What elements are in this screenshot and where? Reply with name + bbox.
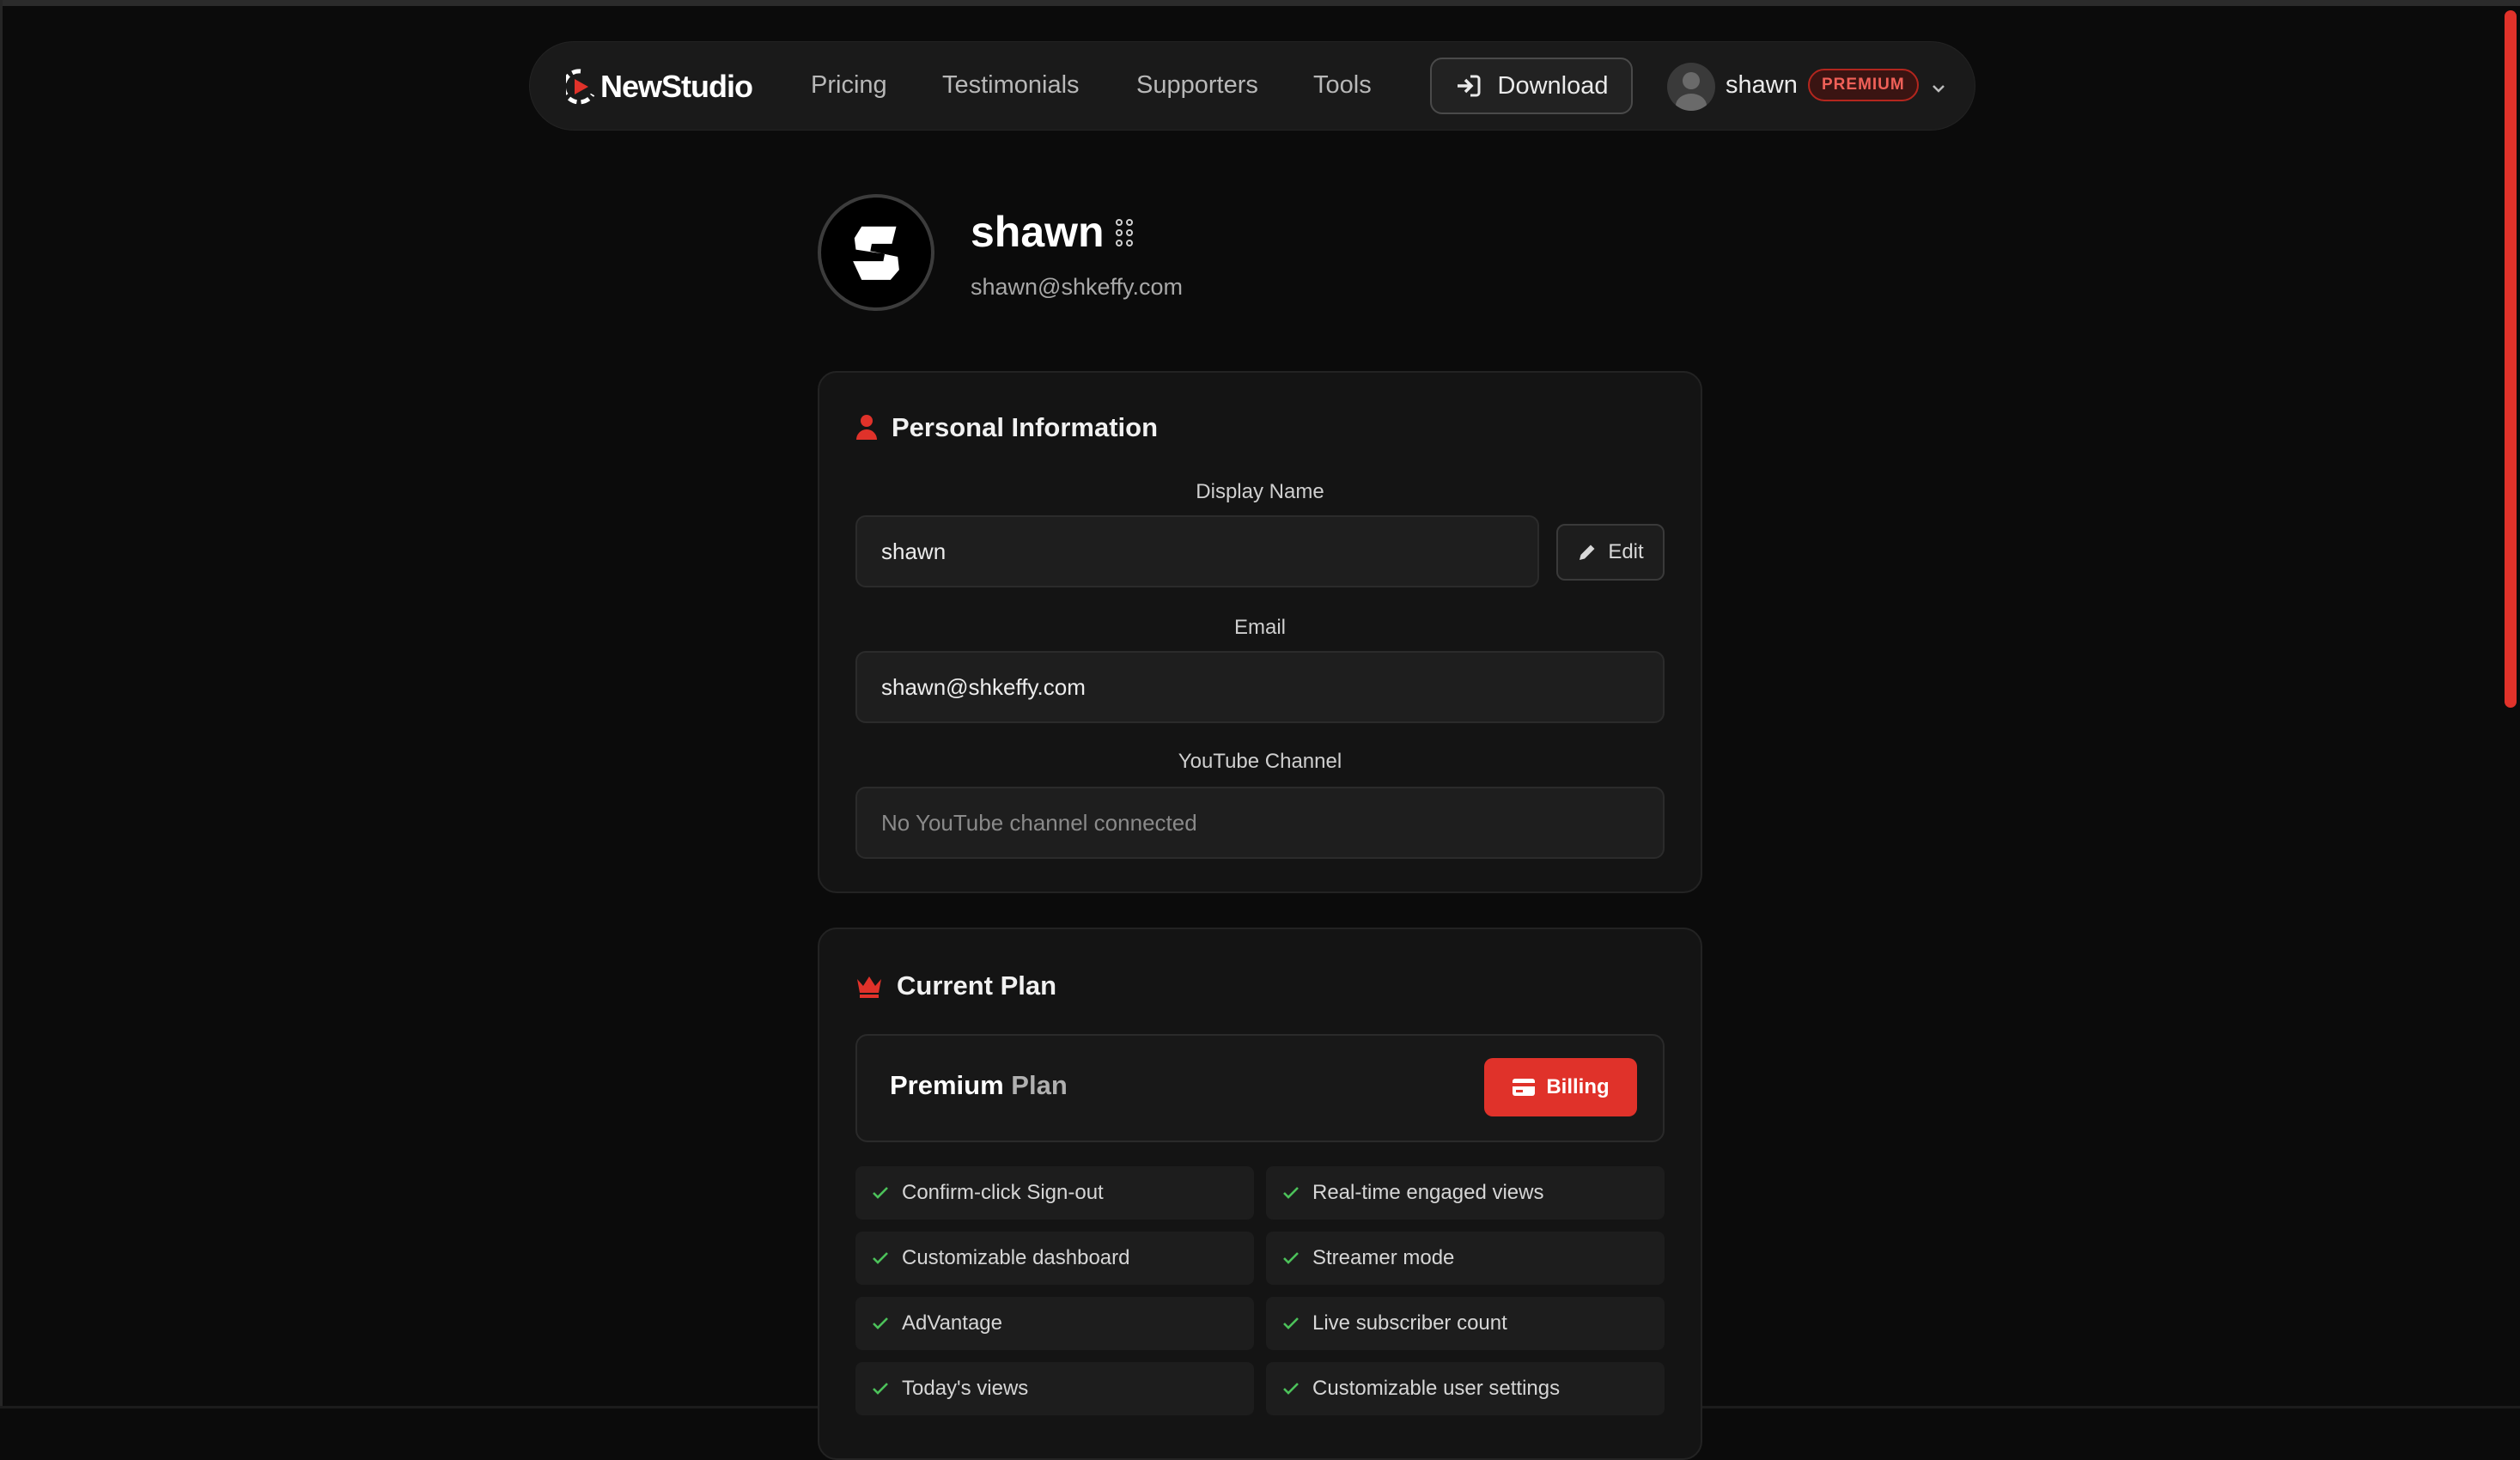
plan-name: Premium Plan: [890, 1068, 1068, 1103]
feature-label: Real-time engaged views: [1312, 1181, 1544, 1204]
checkmark-icon: [1283, 1383, 1299, 1395]
checkmark-icon: [873, 1252, 888, 1264]
feature-label: Streamer mode: [1312, 1246, 1455, 1269]
youtube-channel-field[interactable]: No YouTube channel connected: [855, 787, 1665, 859]
profile-avatar: [818, 194, 934, 311]
feature-item: Confirm-click Sign-out: [855, 1166, 1254, 1220]
billing-label: Billing: [1546, 1075, 1610, 1098]
plan-tier: Premium: [890, 1070, 1004, 1100]
pencil-icon: [1580, 544, 1595, 560]
current-plan-title: Current Plan: [897, 970, 1057, 1001]
checkmark-icon: [1283, 1252, 1299, 1264]
credit-card-icon: [1513, 1079, 1536, 1096]
sign-in-icon: [1457, 75, 1480, 97]
personal-information-card: Personal Information Display Name shawn …: [818, 371, 1702, 893]
download-button[interactable]: Download: [1430, 58, 1633, 114]
email-label: Email: [1233, 616, 1286, 639]
download-label: Download: [1497, 71, 1609, 100]
checkmark-icon: [873, 1317, 888, 1329]
email-field[interactable]: shawn@shkeffy.com: [855, 651, 1665, 723]
edit-label: Edit: [1608, 540, 1644, 563]
feature-item: Real-time engaged views: [1266, 1166, 1665, 1220]
profile-name: shawn: [971, 208, 1105, 256]
feature-item: Today's views: [855, 1362, 1254, 1415]
feature-label: Customizable user settings: [1312, 1377, 1561, 1400]
profile-email: shawn@shkeffy.com: [971, 274, 1184, 300]
billing-button[interactable]: Billing: [1484, 1058, 1637, 1116]
user-icon: [856, 415, 877, 440]
top-navbar: NewStudio Pricing Testimonials Supporter…: [529, 41, 1975, 131]
plan-suffix: Plan: [1011, 1070, 1068, 1100]
s-logo-icon: [853, 226, 899, 280]
current-plan-card: Current Plan Premium Plan Billing Confir…: [818, 928, 1702, 1460]
chevron-down-icon[interactable]: [1930, 80, 1947, 97]
nav-link-pricing[interactable]: Pricing: [811, 68, 887, 102]
premium-badge: PREMIUM: [1808, 69, 1919, 101]
newstudio-logo-icon: [566, 69, 595, 105]
feature-label: Live subscriber count: [1312, 1311, 1507, 1335]
youtube-channel-label: YouTube Channel: [1178, 750, 1342, 773]
feature-item: Streamer mode: [1266, 1232, 1665, 1285]
feature-label: Today's views: [902, 1377, 1029, 1400]
checkmark-icon: [873, 1383, 888, 1395]
feature-item: Customizable user settings: [1266, 1362, 1665, 1415]
display-name-field[interactable]: shawn: [855, 515, 1539, 587]
brand-logo[interactable]: NewStudio: [566, 66, 753, 107]
feature-label: Customizable dashboard: [902, 1246, 1130, 1269]
feature-item: Live subscriber count: [1266, 1297, 1665, 1350]
feature-item: AdVantage: [855, 1297, 1254, 1350]
edit-button[interactable]: Edit: [1556, 524, 1665, 581]
nav-link-tools[interactable]: Tools: [1313, 68, 1372, 102]
nav-username[interactable]: shawn: [1726, 68, 1798, 102]
nav-link-supporters[interactable]: Supporters: [1136, 68, 1258, 102]
drag-handle-icon[interactable]: [1115, 218, 1134, 247]
nav-link-testimonials[interactable]: Testimonials: [942, 68, 1080, 102]
personal-information-title: Personal Information: [892, 412, 1159, 442]
feature-label: Confirm-click Sign-out: [902, 1181, 1104, 1204]
brand-name: NewStudio: [600, 69, 753, 104]
window-top-border: [0, 0, 2520, 6]
feature-label: AdVantage: [902, 1311, 1002, 1335]
plan-summary: Premium Plan Billing: [855, 1034, 1665, 1142]
user-silhouette-icon: [1676, 72, 1707, 111]
scrollbar-thumb[interactable]: [2505, 10, 2517, 708]
crown-icon: [857, 976, 881, 998]
display-name-label: Display Name: [1196, 480, 1324, 503]
user-avatar[interactable]: [1667, 63, 1715, 111]
checkmark-icon: [873, 1187, 888, 1199]
checkmark-icon: [1283, 1317, 1299, 1329]
checkmark-icon: [1283, 1187, 1299, 1199]
window-left-border: [0, 0, 3, 1408]
feature-item: Customizable dashboard: [855, 1232, 1254, 1285]
